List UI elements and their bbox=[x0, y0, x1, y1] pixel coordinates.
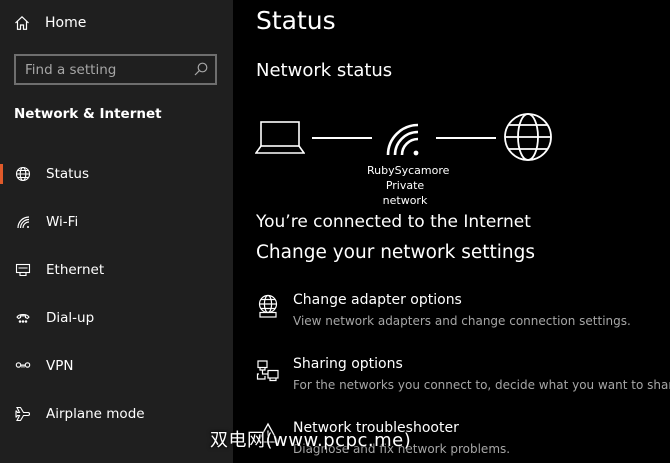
sidebar-item-airplane[interactable]: Airplane mode bbox=[0, 390, 233, 438]
sharing-options-link[interactable]: Sharing options For the networks you con… bbox=[256, 356, 670, 400]
network-type: Private network bbox=[382, 179, 428, 207]
option-title: Change adapter options bbox=[293, 292, 462, 308]
sidebar-item-ethernet[interactable]: Ethernet bbox=[0, 246, 233, 294]
globe-icon bbox=[15, 166, 31, 182]
wifi-icon bbox=[386, 123, 419, 156]
home-link[interactable]: Home bbox=[14, 12, 86, 34]
sidebar-item-label: Wi-Fi bbox=[46, 214, 79, 230]
sidebar-item-wifi[interactable]: Wi-Fi bbox=[0, 198, 233, 246]
airplane-icon bbox=[15, 406, 30, 422]
sidebar-item-dialup[interactable]: Dial-up bbox=[0, 294, 233, 342]
network-status-heading: Network status bbox=[256, 60, 393, 81]
page-title: Status bbox=[256, 6, 336, 35]
globe-icon bbox=[504, 113, 552, 161]
home-icon bbox=[15, 15, 29, 30]
option-description: For the networks you connect to, decide … bbox=[293, 378, 670, 392]
connection-line bbox=[436, 137, 496, 139]
connection-line bbox=[312, 137, 372, 139]
ethernet-icon bbox=[15, 263, 31, 277]
search-input[interactable] bbox=[16, 56, 191, 83]
change-adapter-options-link[interactable]: Change adapter options View network adap… bbox=[256, 292, 666, 336]
wifi-icon bbox=[17, 216, 30, 229]
change-settings-heading: Change your network settings bbox=[256, 242, 535, 263]
sidebar-item-label: Airplane mode bbox=[46, 406, 145, 422]
connection-status-text: You’re connected to the Internet bbox=[256, 212, 531, 232]
watermark-text: 双电网(www.pcpc.me) bbox=[210, 430, 412, 451]
sidebar-item-status[interactable]: Status bbox=[0, 150, 233, 198]
sidebar-item-label: Status bbox=[46, 166, 90, 182]
vpn-icon bbox=[15, 362, 31, 368]
sidebar-item-label: VPN bbox=[46, 358, 74, 374]
adapter-icon bbox=[258, 294, 278, 318]
network-diagram: RubySycamore Private network bbox=[255, 112, 555, 207]
sidebar-item-label: Dial-up bbox=[46, 310, 95, 326]
search-box[interactable] bbox=[14, 54, 217, 85]
sidebar-item-vpn[interactable]: VPN bbox=[0, 342, 233, 390]
laptop-icon bbox=[255, 121, 305, 154]
main-content: Status Network status RubySycamore Priva… bbox=[233, 0, 670, 463]
network-label: RubySycamore Private network bbox=[367, 163, 450, 208]
sidebar-item-label: Ethernet bbox=[46, 262, 105, 278]
sharing-icon bbox=[256, 360, 279, 382]
home-label: Home bbox=[45, 15, 87, 31]
dialup-icon bbox=[16, 313, 30, 323]
option-description: View network adapters and change connect… bbox=[293, 314, 631, 328]
sidebar: Home Network & Internet Status Wi-Fi bbox=[0, 0, 233, 463]
search-icon[interactable] bbox=[194, 62, 208, 76]
section-title: Network & Internet bbox=[14, 106, 162, 122]
network-name: RubySycamore bbox=[367, 164, 450, 177]
option-title: Sharing options bbox=[293, 356, 403, 372]
sidebar-nav: Status Wi-Fi Ethernet Dial-up VPN Airpla… bbox=[0, 150, 233, 438]
